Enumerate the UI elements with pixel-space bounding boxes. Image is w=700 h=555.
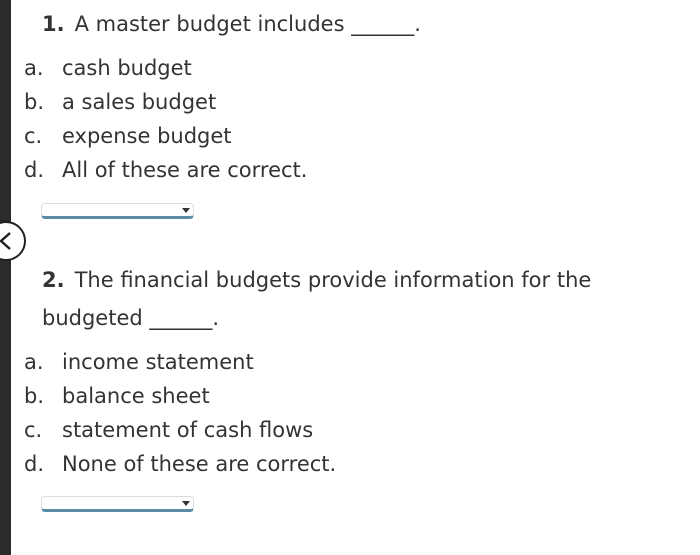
question-2-prompt: 2. The financial budgets provide informat… — [42, 261, 591, 337]
question-1-option-b: b. a sales budget — [24, 90, 216, 114]
option-letter: b. — [24, 90, 45, 114]
option-letter: d. — [24, 158, 45, 182]
question-text: The financial budgets provide informatio… — [74, 268, 592, 292]
question-2-option-d: d. None of these are correct. — [24, 452, 336, 476]
option-text: income statement — [62, 350, 254, 374]
question-number: 2. — [42, 268, 65, 292]
question-2-answer-dropdown[interactable] — [41, 496, 194, 512]
option-text: balance sheet — [62, 384, 210, 408]
option-text: statement of cash flows — [62, 418, 314, 442]
back-button[interactable] — [0, 221, 26, 261]
option-letter: a. — [24, 350, 44, 374]
question-text-continued: budgeted ______. — [42, 306, 220, 330]
caret-down-icon — [182, 208, 190, 213]
question-number: 1. — [42, 12, 65, 36]
question-1-option-a: a. cash budget — [24, 56, 192, 80]
option-letter: c. — [24, 124, 43, 148]
question-1-prompt: 1. A master budget includes ______. — [42, 5, 421, 43]
option-text: expense budget — [62, 124, 232, 148]
option-text: cash budget — [62, 56, 192, 80]
option-letter: b. — [24, 384, 45, 408]
question-1-option-c: c. expense budget — [24, 124, 232, 148]
question-2-option-b: b. balance sheet — [24, 384, 210, 408]
option-text: a sales budget — [62, 90, 217, 114]
question-1-option-d: d. All of these are correct. — [24, 158, 307, 182]
question-1-answer-dropdown[interactable] — [41, 203, 194, 219]
option-letter: d. — [24, 452, 45, 476]
option-letter: a. — [24, 56, 44, 80]
question-2-option-a: a. income statement — [24, 350, 254, 374]
option-letter: c. — [24, 418, 43, 442]
question-text: A master budget includes ______. — [74, 12, 421, 36]
left-sidebar-strip — [0, 0, 11, 555]
caret-down-icon — [182, 501, 190, 506]
option-text: All of these are correct. — [62, 158, 308, 182]
question-2-option-c: c. statement of cash flows — [24, 418, 313, 442]
option-text: None of these are correct. — [62, 452, 337, 476]
chevron-left-icon — [0, 232, 11, 250]
